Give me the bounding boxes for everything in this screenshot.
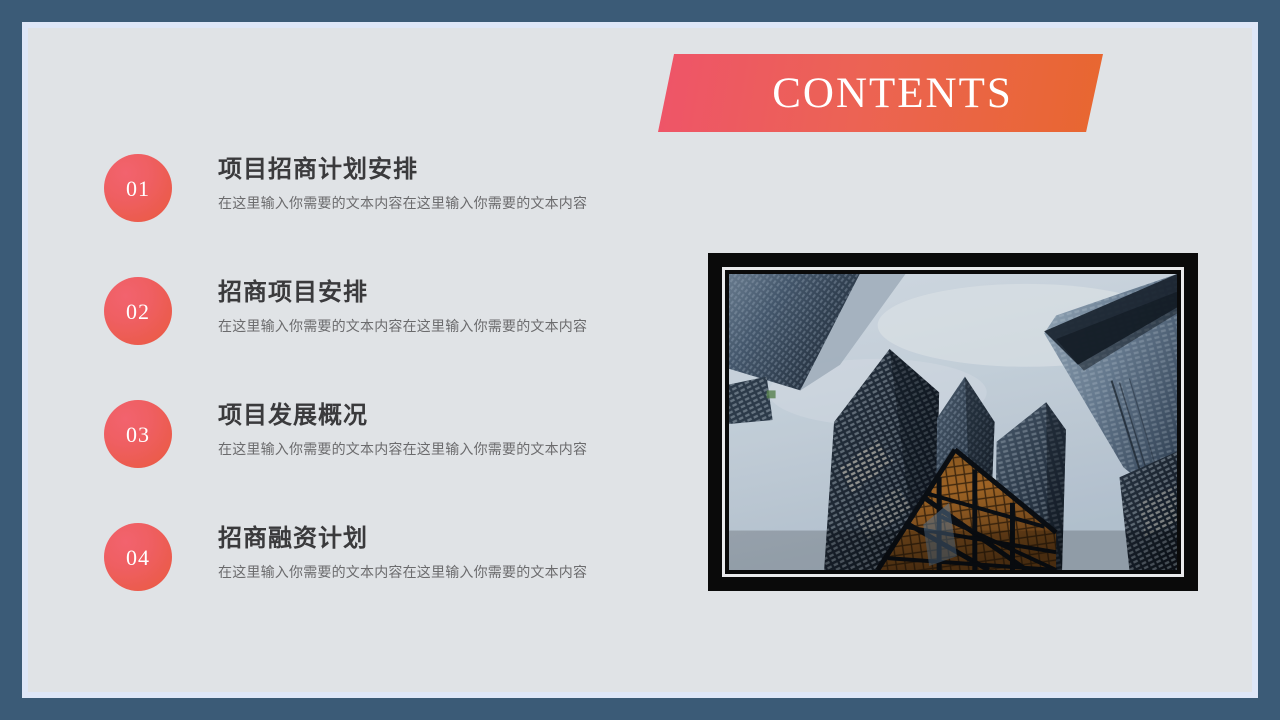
agenda-number-badge-04: 04 [104, 523, 172, 591]
skyscraper-photo-artwork [729, 274, 1177, 570]
agenda-list: 01 项目招商计划安排 在这里输入你需要的文本内容在这里输入你需要的文本内容 0… [104, 154, 664, 646]
agenda-item-04[interactable]: 04 招商融资计划 在这里输入你需要的文本内容在这里输入你需要的文本内容 [104, 523, 664, 646]
agenda-body-04: 招商融资计划 在这里输入你需要的文本内容在这里输入你需要的文本内容 [218, 525, 664, 581]
agenda-number-03: 03 [126, 422, 150, 447]
skyscraper-photo [729, 274, 1177, 570]
photo-frame [708, 253, 1198, 591]
agenda-title-03: 项目发展概况 [218, 403, 368, 429]
contents-banner-title: CONTENTS [772, 69, 1013, 117]
contents-banner: CONTENTS [658, 54, 1103, 132]
slide: CONTENTS 01 项目招商计划安排 在这里输入你需要的文本内容在这里输入你… [0, 0, 1280, 720]
photo-mat [722, 267, 1184, 577]
agenda-body-03: 项目发展概况 在这里输入你需要的文本内容在这里输入你需要的文本内容 [218, 402, 664, 458]
slide-canvas: CONTENTS 01 项目招商计划安排 在这里输入你需要的文本内容在这里输入你… [28, 28, 1252, 692]
agenda-title-01: 项目招商计划安排 [218, 157, 418, 183]
agenda-item-01[interactable]: 01 项目招商计划安排 在这里输入你需要的文本内容在这里输入你需要的文本内容 [104, 154, 664, 277]
agenda-number-02: 02 [126, 299, 150, 324]
agenda-desc-02: 在这里输入你需要的文本内容在这里输入你需要的文本内容 [218, 317, 588, 334]
agenda-desc-04: 在这里输入你需要的文本内容在这里输入你需要的文本内容 [218, 563, 588, 580]
agenda-body-02: 招商项目安排 在这里输入你需要的文本内容在这里输入你需要的文本内容 [218, 279, 664, 335]
agenda-item-02[interactable]: 02 招商项目安排 在这里输入你需要的文本内容在这里输入你需要的文本内容 [104, 277, 664, 400]
agenda-title-04: 招商融资计划 [218, 526, 368, 552]
agenda-number-04: 04 [126, 545, 150, 570]
agenda-desc-03: 在这里输入你需要的文本内容在这里输入你需要的文本内容 [218, 440, 588, 457]
agenda-item-03[interactable]: 03 项目发展概况 在这里输入你需要的文本内容在这里输入你需要的文本内容 [104, 400, 664, 523]
agenda-number-badge-01: 01 [104, 154, 172, 222]
agenda-number-01: 01 [126, 176, 150, 201]
agenda-desc-01: 在这里输入你需要的文本内容在这里输入你需要的文本内容 [218, 194, 588, 211]
agenda-title-02: 招商项目安排 [218, 280, 368, 306]
agenda-number-badge-02: 02 [104, 277, 172, 345]
agenda-body-01: 项目招商计划安排 在这里输入你需要的文本内容在这里输入你需要的文本内容 [218, 156, 664, 212]
agenda-number-badge-03: 03 [104, 400, 172, 468]
